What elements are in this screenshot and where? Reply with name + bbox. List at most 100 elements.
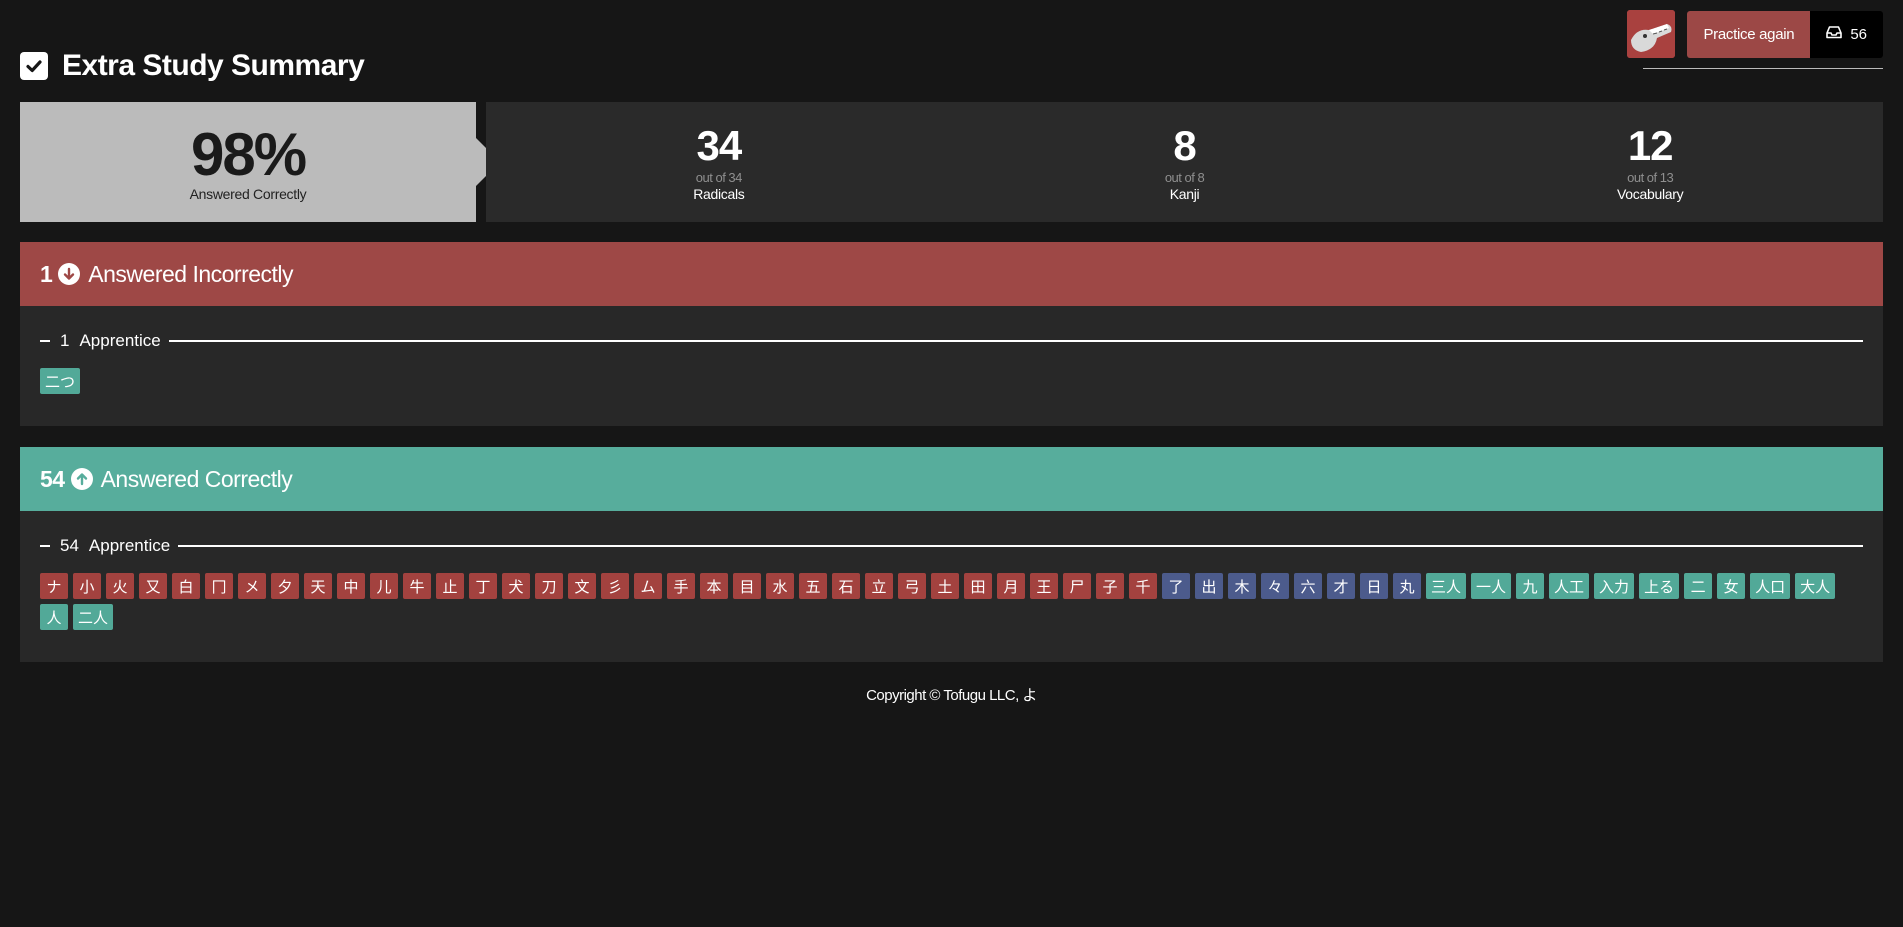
top-divider [1643,68,1883,69]
radical-item-tile[interactable]: 火 [106,573,134,599]
srs-group-name: Apprentice [79,331,161,350]
radical-item-tile[interactable]: 子 [1096,573,1124,599]
srs-group-count: 54 [60,536,79,555]
kanji-item-tile[interactable]: 出 [1195,573,1223,599]
srs-group-header[interactable]: 54 Apprentice [40,531,1863,561]
kanji-item-tile[interactable]: 丸 [1393,573,1421,599]
avatar[interactable] [1627,10,1676,58]
incorrect-item-list: 二つ [40,356,1863,394]
title-row: Extra Study Summary [20,48,365,84]
radical-item-tile[interactable]: 犬 [502,573,530,599]
radical-item-tile[interactable]: メ [238,573,266,599]
inbox-icon [1826,25,1843,43]
radical-item-tile[interactable]: 手 [667,573,695,599]
kanji-item-tile[interactable]: 木 [1228,573,1256,599]
radical-item-tile[interactable]: 彡 [601,573,629,599]
correct-count: 54 [40,465,65,492]
kanji-item-tile[interactable]: 々 [1261,573,1289,599]
arrow-circle-down-icon [58,263,81,285]
correct-label: Answered Correctly [100,465,293,492]
correct-header[interactable]: 54 Answered Correctly [20,447,1883,511]
arrow-circle-up-icon [70,468,93,490]
vocabulary-item-tile[interactable]: 人 [40,604,68,630]
radical-item-tile[interactable]: 目 [733,573,761,599]
radicals-sub: out of 34 [695,170,743,185]
incorrect-label: Answered Incorrectly [88,260,294,287]
incorrect-count: 1 [40,260,53,287]
radical-item-tile[interactable]: 尸 [1063,573,1091,599]
vocabulary-item-tile[interactable]: 三人 [1426,573,1467,599]
radical-item-tile[interactable]: 王 [1030,573,1058,599]
kanji-stat: 8 out of 8 Kanji [952,102,1418,222]
vocabulary-item-tile[interactable]: 人工 [1549,573,1590,599]
score-box: 98% Answered Correctly [20,102,476,222]
vocabulary-item-tile[interactable]: 二 [1684,573,1713,599]
kanji-item-tile[interactable]: 了 [1162,573,1190,599]
radical-item-tile[interactable]: 文 [568,573,596,599]
vocabulary-item-tile[interactable]: 二人 [73,604,114,630]
collapse-icon [40,340,50,342]
practice-again-button[interactable]: Practice again [1687,10,1811,58]
vocabulary-item-tile[interactable]: 上る [1639,573,1680,599]
vocabulary-item-tile[interactable]: 九 [1516,573,1545,599]
radical-item-tile[interactable]: 水 [766,573,794,599]
radical-item-tile[interactable]: 儿 [370,573,398,599]
incorrect-header[interactable]: 1 Answered Incorrectly [20,242,1883,306]
vocabulary-stat: 12 out of 13 Vocabulary [1417,102,1883,222]
incorrect-body: 1 Apprentice 二つ [20,306,1883,426]
radical-item-tile[interactable]: 千 [1129,573,1157,599]
kanji-value: 8 [1173,122,1196,169]
radical-item-tile[interactable]: 土 [931,573,959,599]
top-right-controls: Practice again 56 [1627,10,1883,58]
radical-item-tile[interactable]: 立 [865,573,893,599]
radical-item-tile[interactable]: 夕 [271,573,299,599]
srs-group-rule [178,545,1863,547]
vocabulary-item-tile[interactable]: 一人 [1471,573,1512,599]
radical-item-tile[interactable]: 小 [73,573,101,599]
radical-item-tile[interactable]: 本 [700,573,728,599]
radical-item-tile[interactable]: 刀 [535,573,563,599]
radical-item-tile[interactable]: 止 [436,573,464,599]
radical-item-tile[interactable]: 牛 [403,573,431,599]
vocabulary-sub: out of 13 [1627,170,1674,185]
kanji-name: Kanji [1169,186,1200,202]
kanji-item-tile[interactable]: 日 [1360,573,1388,599]
kanji-sub: out of 8 [1164,170,1205,185]
srs-group-name: Apprentice [88,536,171,555]
vocabulary-name: Vocabulary [1617,186,1684,202]
radical-item-tile[interactable]: 五 [799,573,827,599]
correct-body: 54 Apprentice ナ小火又白冂メ夕天中儿牛止丁犬刀文彡ム手本目水五石立… [20,511,1883,662]
radicals-value: 34 [696,122,742,169]
radical-item-tile[interactable]: 又 [139,573,167,599]
radical-item-tile[interactable]: 中 [337,573,365,599]
radical-item-tile[interactable]: ム [634,573,662,599]
vocabulary-item-tile[interactable]: 大人 [1795,573,1836,599]
score-label: Answered Correctly [189,186,307,202]
stats-band: 98% Answered Correctly 34 out of 34 Radi… [20,102,1883,222]
counts-box: 34 out of 34 Radicals 8 out of 8 Kanji 1… [486,102,1883,222]
radical-item-tile[interactable]: 天 [304,573,332,599]
score-percentage: 98% [190,121,307,188]
radical-item-tile[interactable]: 白 [172,573,200,599]
incorrect-section: 1 Answered Incorrectly 1 Apprentice 二つ [20,242,1883,426]
radical-item-tile[interactable]: 月 [997,573,1025,599]
radical-item-tile[interactable]: 田 [964,573,992,599]
vocabulary-item-tile[interactable]: 女 [1717,573,1746,599]
radical-item-tile[interactable]: 冂 [205,573,233,599]
collapse-icon [40,545,50,547]
vocabulary-item-tile[interactable]: 入力 [1594,573,1635,599]
footer-copyright: Copyright © Tofugu LLC, よ [866,687,1037,704]
radical-item-tile[interactable]: 石 [832,573,860,599]
inbox-button[interactable]: 56 [1810,10,1883,58]
correct-section: 54 Answered Correctly 54 Apprentice ナ小火又… [20,447,1883,662]
kanji-item-tile[interactable]: 六 [1294,573,1322,599]
vocabulary-item-tile[interactable]: 人口 [1750,573,1791,599]
radical-item-tile[interactable]: ナ [40,573,68,599]
correct-item-list: ナ小火又白冂メ夕天中儿牛止丁犬刀文彡ム手本目水五石立弓土田月王尸子千了出木々六才… [40,561,1863,630]
radical-item-tile[interactable]: 丁 [469,573,497,599]
vocabulary-item-tile[interactable]: 二つ [40,368,81,394]
srs-group-header[interactable]: 1 Apprentice [40,326,1863,356]
vocabulary-value: 12 [1627,122,1674,169]
radical-item-tile[interactable]: 弓 [898,573,926,599]
kanji-item-tile[interactable]: 才 [1327,573,1355,599]
